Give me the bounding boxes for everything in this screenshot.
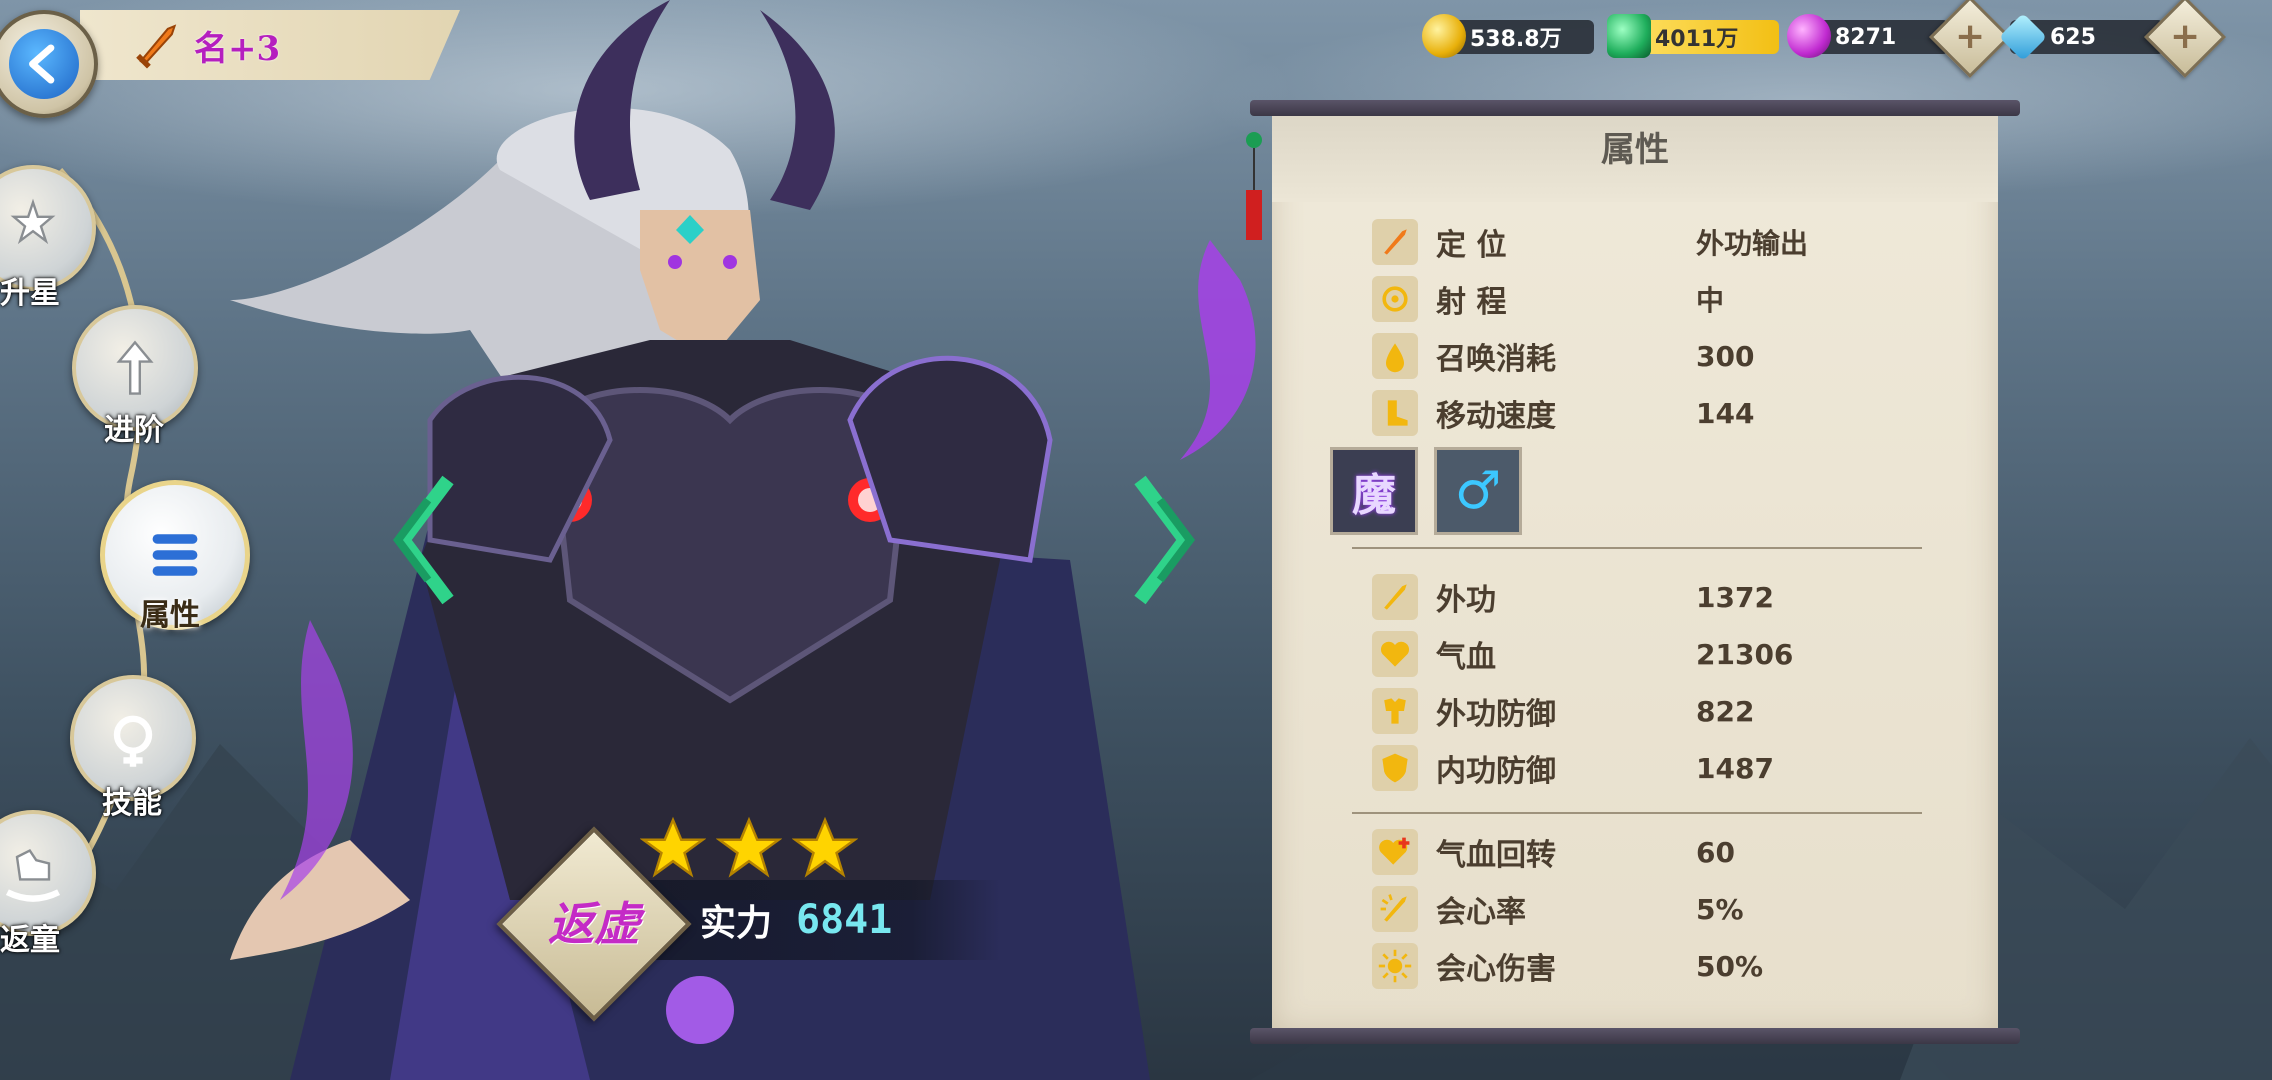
nav-label-skill: 技能 [102,786,162,821]
attribute-panel: 属性 定 位 外功输出 射 程 中 召唤消耗 300 移动速度 144 魔 ♂ [1246,100,2020,1045]
nav-label-advance: 进阶 [104,413,164,448]
jade-counter: 4011万 [1607,14,1779,60]
attr-row-crit-damage: 会心伤害 50% [1372,941,1763,991]
rocking-horse-icon [5,849,61,902]
panel-paper[interactable]: 属性 定 位 外功输出 射 程 中 召唤消耗 300 移动速度 144 魔 ♂ [1272,112,1998,1032]
drop-icon [1372,333,1418,379]
gold-counter: 538.8万 [1422,14,1594,60]
star-icon [792,816,858,878]
attr-row-range: 射 程 中 [1372,274,1724,324]
hero-name: 名+3 [194,28,281,69]
skill-icon [113,715,153,767]
gender-tag[interactable]: ♂ [1434,447,1522,535]
attr-row-role: 定 位 外功输出 [1372,217,1808,267]
power-label: 实力 [700,903,773,944]
attr-row-move-speed: 移动速度 144 [1372,388,1754,438]
crit-icon [1372,886,1418,932]
nav-label-rejuvenate: 返童 [0,923,60,958]
attr-row-crit-rate: 会心率 5% [1372,884,1744,934]
faction-tag[interactable]: 魔 [1330,447,1418,535]
armor-icon [1372,688,1418,734]
attr-row-inner-def: 内功防御 1487 [1372,743,1774,793]
nav-label-star-up: 升星 [0,276,60,311]
scroll-top-rod [1250,100,2020,116]
spirit-orb-icon [1787,14,1831,58]
scroll-bottom-rod [1250,1028,2020,1044]
sword-icon [136,24,177,69]
attr-row-attack: 外功 1372 [1372,572,1774,622]
heart-plus-icon [1372,829,1418,875]
rank-text: 返虚 [548,897,640,951]
star-icon [716,816,782,878]
spirit-counter: 8271 + [1787,0,2012,79]
sun-icon [1372,943,1418,989]
attr-row-hp: 气血 21306 [1372,629,1793,679]
jade-gem-icon [1607,14,1651,58]
sword-icon [1372,219,1418,265]
boot-icon [1372,390,1418,436]
gold-coin-icon [1422,14,1466,58]
heart-icon [1372,631,1418,677]
divider [1352,812,1922,814]
sword-icon [1372,574,1418,620]
diamond-counter: 625 + [1998,0,2227,79]
stars-icon [10,198,56,245]
tassel-icon [1246,132,1262,240]
star-icon [640,816,706,878]
target-icon [1372,276,1418,322]
divider [1352,547,1922,549]
hero-star-rating [640,815,858,881]
advance-arrow-icon [116,340,154,395]
attr-row-phys-def: 外功防御 822 [1372,686,1754,736]
back-arrow-icon [29,44,55,84]
hero-title-banner: 名+3 [80,10,460,80]
panel-title: 属性 [1601,130,1669,170]
attr-row-summon-cost: 召唤消耗 300 [1372,331,1754,381]
next-hero-button[interactable] [1130,470,1200,610]
shield-icon [1372,745,1418,791]
power-value: 6841 [796,897,893,943]
prev-hero-button[interactable] [388,470,458,610]
attr-row-hp-regen: 气血回转 60 [1372,827,1735,877]
